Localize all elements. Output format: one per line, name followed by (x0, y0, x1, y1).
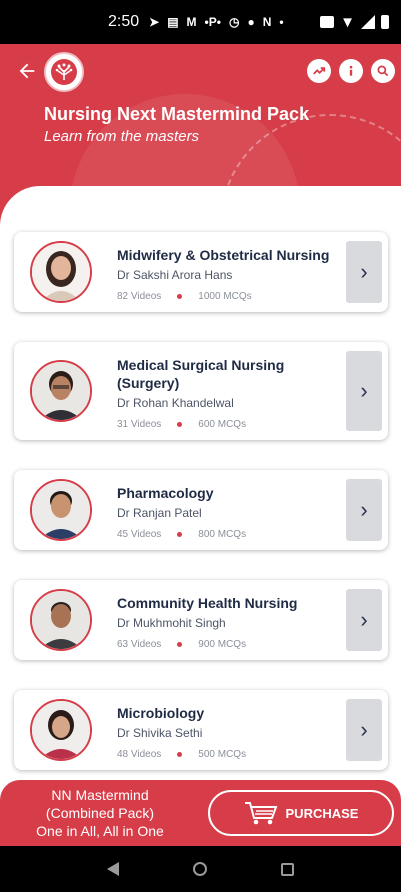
news-icon: ▤ (167, 15, 179, 29)
p-icon: ● (247, 15, 255, 29)
page-subtitle: Learn from the masters (44, 128, 200, 145)
course-card[interactable]: Community Health Nursing Dr Mukhmohit Si… (14, 580, 388, 660)
video-count: 48 Videos (117, 749, 162, 760)
tree-logo-icon (51, 59, 77, 85)
pack-name: NN Mastermind (51, 787, 149, 803)
info-icon[interactable] (339, 59, 363, 83)
pack-tagline: One in All, All in One (36, 823, 164, 839)
course-title: Medical Surgical Nursing (Surgery) (117, 357, 285, 391)
course-title: Microbiology (117, 705, 205, 721)
avatar (30, 360, 92, 422)
status-time: 2:50 (108, 13, 140, 30)
video-count: 63 Videos (117, 639, 162, 650)
chevron-right-icon: › (360, 607, 368, 632)
mcq-count: 600 MCQs (198, 419, 247, 430)
search-icon[interactable] (371, 59, 395, 83)
open-course-button[interactable]: › (346, 699, 382, 761)
trending-icon[interactable] (307, 59, 331, 83)
course-title: Midwifery & Obstetrical Nursing (117, 247, 330, 263)
notification-icons: ➤ ▤ M •P• ◷ ● N • (149, 15, 283, 29)
open-course-button[interactable]: › (346, 351, 382, 431)
instructor-portrait-icon (32, 481, 90, 539)
chevron-right-icon: › (360, 378, 368, 403)
course-meta: 82 Videos 1000 MCQs (117, 291, 252, 302)
mcq-count: 900 MCQs (198, 639, 247, 650)
purchase-label: PURCHASE (285, 805, 359, 821)
dot-icon: • (279, 15, 284, 29)
pack-description: NN Mastermind (Combined Pack) One in All… (20, 786, 180, 840)
course-meta: 48 Videos 500 MCQs (117, 749, 246, 760)
instructor-portrait-icon (32, 591, 90, 649)
purchase-bar: NN Mastermind (Combined Pack) One in All… (0, 780, 401, 846)
open-course-button[interactable]: › (346, 479, 382, 541)
course-card[interactable]: Midwifery & Obstetrical Nursing Dr Saksh… (14, 232, 388, 312)
instructor-portrait-icon (32, 362, 90, 420)
chevron-right-icon: › (360, 259, 368, 284)
course-author: Dr Sakshi Arora Hans (117, 268, 233, 282)
open-course-button[interactable]: › (346, 241, 382, 303)
n-icon: N (262, 15, 272, 29)
course-card[interactable]: Microbiology Dr Shivika Sethi 48 Videos … (14, 690, 388, 770)
mcq-count: 800 MCQs (198, 529, 247, 540)
pack-type: (Combined Pack) (45, 805, 155, 821)
nav-back-icon[interactable] (107, 862, 119, 876)
course-author: Dr Ranjan Patel (117, 506, 202, 520)
send-icon: ➤ (149, 15, 160, 29)
course-meta: 63 Videos 900 MCQs (117, 639, 246, 650)
vowifi-icon (320, 16, 335, 28)
instructor-portrait-icon (32, 701, 90, 759)
separator-dot (177, 752, 183, 757)
instructor-portrait-icon (32, 243, 90, 301)
separator-dot (177, 642, 183, 647)
signal-icon (361, 15, 375, 29)
app-logo (44, 52, 84, 92)
course-author: Dr Rohan Khandelwal (117, 396, 234, 410)
mcq-count: 500 MCQs (198, 749, 247, 760)
avatar (30, 479, 92, 541)
system-nav-bar (0, 846, 401, 892)
course-meta: 31 Videos 600 MCQs (117, 419, 246, 430)
gmail-icon: M (186, 15, 197, 29)
avatar (30, 241, 92, 303)
purchase-button[interactable]: PURCHASE (208, 790, 394, 836)
avatar (30, 699, 92, 761)
battery-icon (381, 15, 389, 29)
open-course-button[interactable]: › (346, 589, 382, 651)
back-arrow-icon[interactable] (16, 60, 40, 84)
separator-dot (177, 532, 183, 537)
video-count: 45 Videos (117, 529, 162, 540)
system-icons: ▼ (320, 14, 389, 31)
page-title: Nursing Next Mastermind Pack (44, 104, 310, 124)
wifi-icon: ▼ (340, 13, 355, 31)
course-card[interactable]: Medical Surgical Nursing (Surgery) Dr Ro… (14, 342, 388, 440)
mcq-count: 1000 MCQs (198, 291, 252, 302)
course-title: Pharmacology (117, 485, 214, 501)
video-count: 82 Videos (117, 291, 162, 302)
status-bar: 2:50 ➤ ▤ M •P• ◷ ● N • ▼ (0, 0, 401, 44)
nav-home-icon[interactable] (193, 862, 207, 876)
separator-dot (177, 294, 183, 299)
course-meta: 45 Videos 800 MCQs (117, 529, 246, 540)
course-title: Community Health Nursing (117, 595, 298, 611)
cart-icon (244, 802, 277, 825)
activity-icon: ◷ (228, 15, 240, 29)
separator-dot (177, 422, 183, 427)
course-author: Dr Shivika Sethi (117, 726, 203, 740)
chevron-right-icon: › (360, 717, 368, 742)
paytm-icon: •P• (204, 15, 221, 29)
avatar (30, 589, 92, 651)
chevron-right-icon: › (360, 497, 368, 522)
course-card[interactable]: Pharmacology Dr Ranjan Patel 45 Videos 8… (14, 470, 388, 550)
nav-recents-icon[interactable] (281, 862, 294, 876)
course-author: Dr Mukhmohit Singh (117, 616, 226, 630)
video-count: 31 Videos (117, 419, 162, 430)
